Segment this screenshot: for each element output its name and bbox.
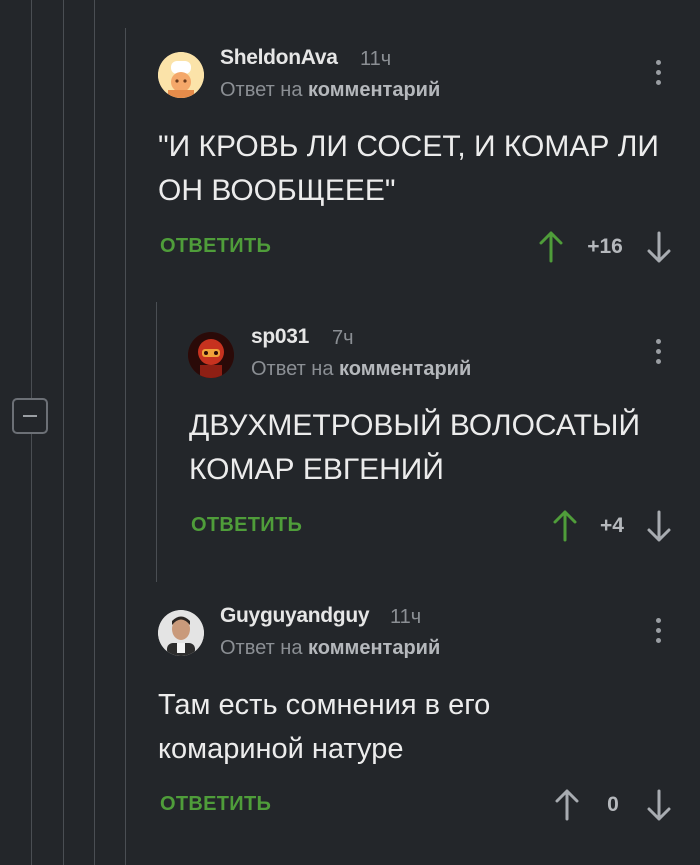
reply-button[interactable]: ОТВЕТИТЬ [160,793,271,816]
comment-guyguyandguy: Guyguyandguy 11ч Ответ на комментарий Та… [0,0,700,865]
man-avatar-icon [158,610,204,656]
downvote-arrow-icon[interactable] [645,788,673,822]
reply-prefix: Ответ на [220,637,303,659]
rating-score: 0 [607,793,619,816]
upvote-arrow-icon[interactable] [553,788,581,822]
reply-to: Ответ на комментарий [220,637,440,660]
avatar[interactable] [158,610,204,656]
reply-link[interactable]: комментарий [308,637,440,659]
more-options-icon[interactable] [656,618,662,648]
comment-text: Там есть сомнения в его комариной натуре [158,689,491,765]
comment-time: 11ч [390,606,422,628]
author-name[interactable]: Guyguyandguy [220,604,370,628]
